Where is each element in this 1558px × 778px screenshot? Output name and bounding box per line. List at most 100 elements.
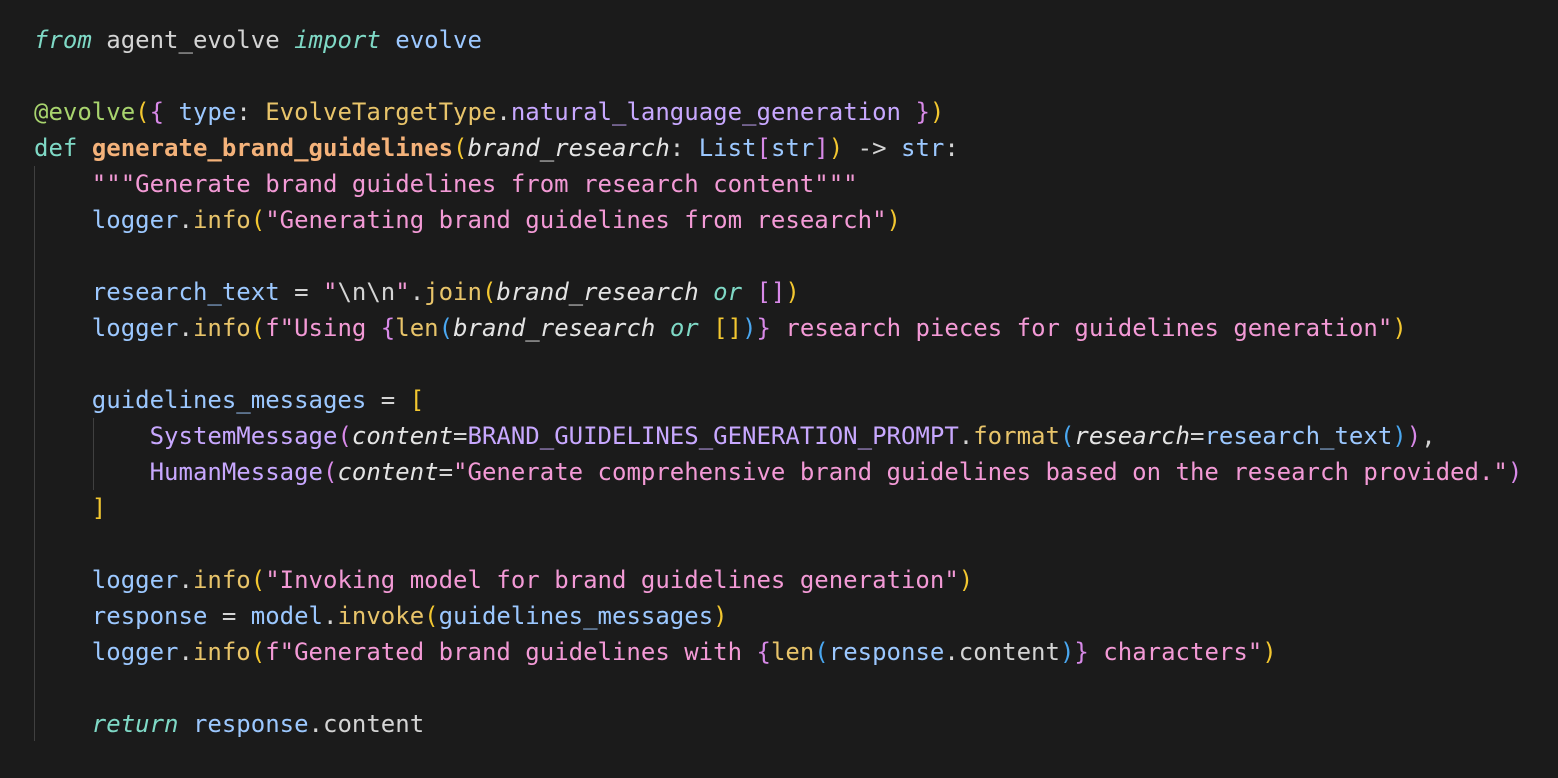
code-token: [] [756,278,786,306]
code-token: ) [1392,314,1407,342]
code-block[interactable]: from agent_evolve import evolve @evolve({… [34,22,1522,742]
code-line[interactable]: logger.info("Invoking model for brand gu… [34,562,1522,598]
code-token: characters" [1088,638,1263,666]
code-token: format [973,422,1060,450]
code-token: . [178,566,193,594]
code-line[interactable] [34,346,1522,382]
code-token: { [756,638,771,666]
code-token: content [323,710,425,738]
code-token: ) [958,566,974,594]
code-line[interactable] [34,58,1522,94]
code-token: . [178,206,193,234]
code-token: [ [409,386,425,414]
code-token: guidelines_messages [438,602,714,630]
code-token: { [380,314,396,342]
code-token: ( [250,206,266,234]
code-token: " [323,278,338,306]
code-token: "Invoking model for brand guidelines gen… [265,566,959,594]
code-line[interactable]: logger.info(f"Using {len(brand_research … [34,310,1522,346]
code-token: ( [424,602,439,630]
code-token: ( [1059,422,1075,450]
code-token: invoke [337,602,425,630]
code-token: @evolve [34,98,136,126]
code-token: ) [886,206,901,234]
code-token: = [453,422,468,450]
code-token: ] [91,494,107,522]
code-token: logger [91,566,179,594]
code-token: = [1189,422,1205,450]
code-token: logger [91,206,179,234]
code-token: List [698,134,757,162]
code-token: . [308,710,323,738]
code-token: "Generating brand guidelines from resear… [265,206,887,234]
code-line[interactable] [34,238,1522,274]
code-line[interactable]: from agent_evolve import evolve [34,22,1522,58]
code-line[interactable]: research_text = "\n\n".join(brand_resear… [34,274,1522,310]
code-token: import [294,26,381,54]
code-token: ) [785,278,800,306]
code-token: research_text [91,278,280,306]
code-token: ) [1507,458,1523,486]
code-token: ( [438,314,454,342]
code-token: brand_research [467,134,670,162]
code-token: ( [337,422,352,450]
code-line[interactable] [34,526,1522,562]
code-token: EvolveTargetType [265,98,497,126]
code-token: response [91,602,208,630]
code-editor[interactable]: from agent_evolve import evolve @evolve({… [0,0,1558,778]
code-line[interactable]: logger.info(f"Generated brand guidelines… [34,634,1522,670]
code-token: ) [828,134,844,162]
code-token: [] [713,314,743,342]
code-line[interactable]: logger.info("Generating brand guidelines… [34,202,1522,238]
code-token: agent_evolve [91,26,295,54]
code-line[interactable]: guidelines_messages = [ [34,382,1522,418]
code-token: return [91,710,179,738]
code-token: \n\n [337,278,396,306]
code-line[interactable]: @evolve({ type: EvolveTargetType.natural… [34,94,1522,130]
code-token: { [149,98,165,126]
code-token: . [496,98,511,126]
code-token: , [1421,422,1436,450]
code-token: . [409,278,425,306]
code-token: . [178,638,193,666]
code-token: . [944,638,959,666]
code-line[interactable]: """Generate brand guidelines from resear… [34,166,1522,202]
code-token: info [192,206,251,234]
code-token: content [337,458,439,486]
code-token: content [958,638,1060,666]
code-token: ) [713,602,728,630]
code-token: ) [1262,638,1277,666]
code-line[interactable] [34,670,1522,706]
code-token: ( [250,638,266,666]
code-token: ( [814,638,829,666]
code-token: BRAND_GUIDELINES_GENERATION_PROMPT [467,422,959,450]
code-line[interactable]: response = model.invoke(guidelines_messa… [34,598,1522,634]
code-line[interactable]: ] [34,490,1522,526]
code-token: from [34,26,92,54]
code-token: . [178,314,193,342]
code-token: ( [453,134,468,162]
code-token: ) [1406,422,1422,450]
code-token: type [164,98,237,126]
code-token: f"Using [265,314,381,342]
code-line[interactable]: HumanMessage(content="Generate comprehen… [34,454,1523,490]
code-token: : [236,98,266,126]
code-token: join [424,278,482,306]
code-line[interactable]: def generate_brand_guidelines(brand_rese… [34,130,1522,166]
code-token: " [395,278,410,306]
code-line[interactable]: return response.content [34,706,1522,742]
code-token: natural_language_generation [510,98,901,126]
code-token: = [279,278,323,306]
code-token: ( [250,314,266,342]
code-line[interactable]: SystemMessage(content=BRAND_GUIDELINES_G… [34,418,1522,454]
code-token: brand_research [453,314,656,342]
code-token: evolve [380,26,482,54]
code-token: info [192,566,251,594]
code-token: ] [814,134,829,162]
